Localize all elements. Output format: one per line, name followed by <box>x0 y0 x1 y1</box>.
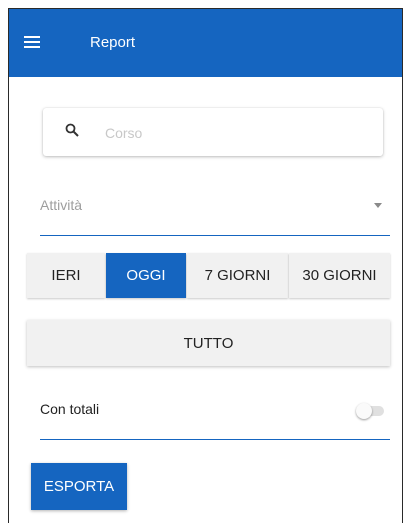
period-button-30-giorni[interactable]: 30 GIORNI <box>289 253 390 298</box>
period-button-7-giorni[interactable]: 7 GIORNI <box>187 253 288 298</box>
period-button-ieri[interactable]: IERI <box>27 253 105 298</box>
search-bar <box>43 108 383 156</box>
search-icon <box>65 123 79 137</box>
dropdown-arrow-icon <box>374 203 382 208</box>
totals-label: Con totali <box>40 401 100 417</box>
period-button-tutto[interactable]: TUTTO <box>27 320 390 366</box>
period-button-oggi[interactable]: OGGI <box>106 253 186 298</box>
app-bar: Report <box>9 9 402 77</box>
toggle-thumb <box>356 403 372 419</box>
search-input[interactable] <box>103 121 367 145</box>
app-frame: Report Attività IERI OGGI 7 GIORNI 30 GI… <box>8 8 403 523</box>
activity-select-label: Attività <box>40 197 83 213</box>
page-title: Report <box>90 34 136 51</box>
export-button[interactable]: ESPORTA <box>31 463 127 510</box>
activity-select[interactable]: Attività <box>40 189 390 236</box>
totals-row: Con totali <box>40 391 390 440</box>
totals-toggle[interactable] <box>356 403 384 419</box>
menu-icon[interactable] <box>24 36 40 48</box>
